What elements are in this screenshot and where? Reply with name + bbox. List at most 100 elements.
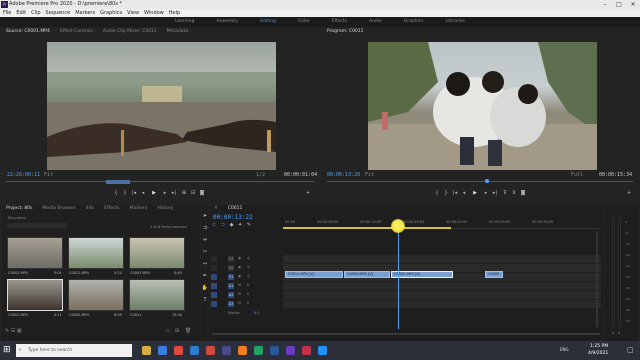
track-label-v2[interactable]: V2: [228, 265, 234, 271]
eye-icon[interactable]: ◎: [247, 256, 250, 260]
edge-icon[interactable]: [158, 346, 167, 355]
linked-selection-icon[interactable]: ⊃: [221, 222, 225, 228]
track-label-a3[interactable]: A3: [228, 301, 234, 307]
tab-markers[interactable]: Markers: [129, 205, 147, 213]
trash-icon[interactable]: 🗑: [185, 328, 191, 334]
hand-tool-icon[interactable]: ✋: [201, 285, 209, 291]
mute-icon[interactable]: M: [238, 283, 241, 287]
play-icon[interactable]: ▶: [150, 190, 158, 196]
maximize-button[interactable]: □: [612, 0, 626, 9]
go-to-in-icon[interactable]: |◂: [130, 190, 138, 196]
tab-info[interactable]: Info: [86, 205, 95, 213]
timeline-settings-icon[interactable]: ✦: [238, 222, 242, 228]
solo-icon[interactable]: S: [247, 301, 249, 305]
tab-history[interactable]: History: [157, 205, 173, 213]
work-area-bar[interactable]: [283, 227, 451, 229]
program-resolution-select[interactable]: Full: [571, 172, 583, 178]
track-a1[interactable]: [283, 282, 601, 290]
project-item-thumbnail-selected[interactable]: [7, 279, 63, 311]
program-fit-select[interactable]: Fit: [365, 172, 374, 178]
tab-audio-clip-mixer[interactable]: Audio Clip Mixer: C0011: [103, 28, 157, 36]
mark-in-icon[interactable]: {: [433, 190, 441, 196]
timeline-horizontal-scrollbar[interactable]: [212, 333, 600, 335]
clock-time[interactable]: 1:25 PM: [590, 344, 608, 349]
go-to-out-icon[interactable]: ▸|: [491, 190, 499, 196]
overwrite-icon[interactable]: ⊟: [189, 190, 197, 196]
tab-metadata[interactable]: Metadata: [167, 28, 188, 36]
program-add-button-icon[interactable]: +: [625, 190, 633, 196]
timeline-clip[interactable]: C0002.MP4 [V]: [391, 271, 453, 278]
track-label-v1[interactable]: V1: [228, 274, 234, 280]
mark-out-icon[interactable]: }: [442, 190, 450, 196]
snap-icon[interactable]: ⊂: [212, 222, 216, 228]
step-forward-icon[interactable]: ▸: [161, 190, 169, 196]
timeline-clip[interactable]: C0003.MP4 [V]: [344, 271, 390, 278]
track-a3[interactable]: [283, 300, 601, 308]
toggle-output-icon[interactable]: ◉: [238, 274, 241, 278]
track-target-a1[interactable]: [211, 283, 217, 289]
toggle-output-icon[interactable]: ◉: [238, 265, 241, 269]
tab-source[interactable]: Source: C0001.MP4: [6, 28, 50, 36]
workspace-color[interactable]: Color: [287, 17, 321, 27]
powerpoint-icon[interactable]: [302, 346, 311, 355]
ripple-edit-tool-icon[interactable]: ⇹: [201, 237, 209, 243]
track-target-a3[interactable]: [211, 301, 217, 307]
menu-help[interactable]: Help: [169, 9, 180, 17]
track-label-v3[interactable]: V3: [228, 256, 234, 262]
premiere-taskbar-icon[interactable]: [222, 346, 231, 355]
program-timecode[interactable]: 00:00:13:20: [327, 172, 360, 178]
timeline-vertical-scrollbar[interactable]: [596, 231, 598, 327]
workspace-assembly[interactable]: Assembly: [206, 17, 250, 27]
icon-view-icon[interactable]: ▦: [17, 328, 22, 334]
track-target-v3[interactable]: [211, 256, 217, 262]
solo-icon[interactable]: S: [247, 292, 249, 296]
solo-left-button[interactable]: S: [612, 331, 614, 335]
workspace-libraries[interactable]: Libraries: [435, 17, 476, 27]
export-frame-icon[interactable]: ◙: [519, 190, 527, 196]
menu-view[interactable]: View: [127, 9, 139, 17]
store-icon[interactable]: [318, 346, 327, 355]
selection-tool-icon[interactable]: ➤: [201, 213, 209, 219]
new-item-icon[interactable]: ⊞: [175, 328, 179, 334]
timeline-close-icon[interactable]: ✕: [214, 205, 218, 213]
solo-icon[interactable]: S: [247, 283, 249, 287]
menu-markers[interactable]: Markers: [75, 9, 95, 17]
word-icon[interactable]: [270, 346, 279, 355]
track-target-a2[interactable]: [211, 292, 217, 298]
go-to-in-icon[interactable]: |◂: [451, 190, 459, 196]
track-select-tool-icon[interactable]: ⇉: [201, 225, 209, 231]
file-explorer-icon[interactable]: [142, 346, 151, 355]
workspace-audio[interactable]: Audio: [358, 17, 393, 27]
toggle-output-icon[interactable]: ◉: [238, 256, 241, 260]
wrench-icon[interactable]: ✎: [247, 222, 251, 228]
slip-tool-icon[interactable]: ↔: [201, 261, 209, 267]
project-item-thumbnail[interactable]: [68, 279, 124, 311]
chrome-icon[interactable]: [174, 346, 183, 355]
mark-in-icon[interactable]: {: [112, 190, 120, 196]
tab-program[interactable]: Program: C0011: [327, 28, 364, 36]
menu-window[interactable]: Window: [144, 9, 164, 17]
close-button[interactable]: ✕: [626, 0, 640, 9]
language-indicator[interactable]: ENG: [560, 347, 569, 352]
project-search-input[interactable]: [7, 223, 67, 228]
workspace-learning[interactable]: Learning: [164, 17, 206, 27]
track-label-a2[interactable]: A2: [228, 292, 234, 298]
windows-start-icon[interactable]: ⊞: [3, 345, 11, 355]
insert-icon[interactable]: ⊞: [180, 190, 188, 196]
eye-icon[interactable]: ◎: [247, 274, 250, 278]
menu-file[interactable]: File: [3, 9, 11, 17]
timeline-clip[interactable]: C0011.MP4 [V]: [285, 271, 343, 278]
notification-icon[interactable]: ▢: [627, 346, 634, 354]
project-item-thumbnail[interactable]: [129, 279, 185, 311]
track-a2[interactable]: [283, 291, 601, 299]
export-frame-icon[interactable]: ◙: [198, 190, 206, 196]
master-volume[interactable]: 0.0: [254, 311, 260, 315]
menu-graphics[interactable]: Graphics: [100, 9, 122, 17]
step-back-icon[interactable]: ◂: [139, 190, 147, 196]
new-bin-icon[interactable]: ▭: [165, 328, 170, 334]
eye-icon[interactable]: ◎: [247, 265, 250, 269]
workspace-graphics[interactable]: Graphics: [393, 17, 435, 27]
track-target-v1[interactable]: [211, 274, 217, 280]
track-label-a1[interactable]: A1: [228, 283, 234, 289]
project-item-thumbnail[interactable]: [129, 237, 185, 269]
